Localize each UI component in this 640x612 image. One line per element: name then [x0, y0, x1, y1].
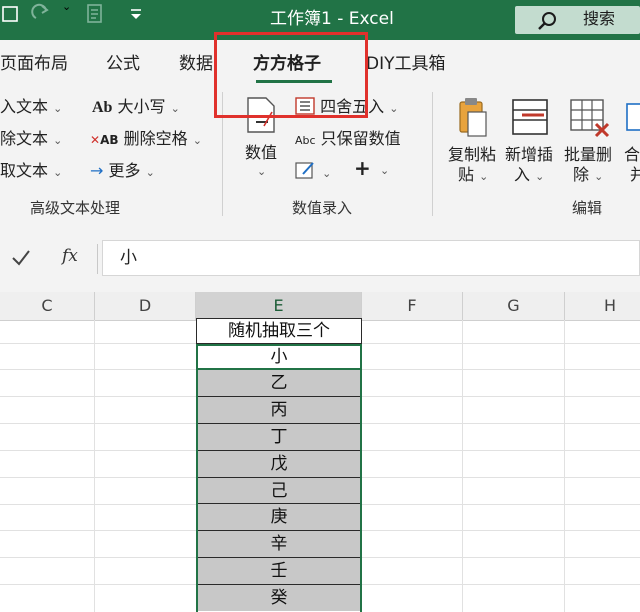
print-preview-icon[interactable]	[84, 0, 108, 32]
insert-icon[interactable]	[510, 96, 550, 144]
cell-e3[interactable]: 乙	[196, 370, 362, 396]
customize-quick-access-icon[interactable]	[128, 0, 144, 32]
column-header-e[interactable]: E	[196, 292, 362, 320]
cell-border	[196, 557, 362, 558]
cell-border	[196, 450, 362, 451]
extract-text-button[interactable]: 取文本 ⌄	[0, 161, 62, 183]
tab-data[interactable]: 数据	[179, 53, 213, 75]
search-label[interactable]: 搜索	[583, 9, 615, 29]
keep-value-button[interactable]: Abc 只保留数值	[295, 129, 401, 151]
insert-function-icon[interactable]: fx	[62, 246, 78, 266]
cell-border	[196, 396, 362, 397]
cell-e2-active[interactable]: 小	[196, 344, 362, 370]
formula-bar-separator	[97, 244, 98, 274]
text-group-label: 高级文本处理	[30, 199, 121, 217]
selection-border-right	[360, 344, 362, 612]
group-separator	[432, 92, 433, 216]
cell-border	[196, 423, 362, 424]
copy-paste-icon[interactable]	[452, 96, 492, 144]
cell-e10[interactable]: 壬	[196, 558, 362, 584]
delete-space-button[interactable]: ✕AB 删除空格 ⌄	[90, 129, 202, 151]
arrow-right-icon: →	[90, 161, 104, 180]
cell-e4[interactable]: 丙	[196, 397, 362, 423]
cell-e6[interactable]: 戊	[196, 451, 362, 477]
enter-check-icon[interactable]	[10, 247, 32, 273]
cell-border	[196, 503, 362, 504]
merge-icon[interactable]	[624, 100, 640, 140]
search-box[interactable]	[515, 6, 640, 34]
value-group-label: 数值录入	[292, 199, 353, 217]
redo-dropdown-icon[interactable]: ⌄	[62, 0, 71, 13]
cell-e1-header[interactable]: 随机抽取三个	[196, 318, 362, 344]
add-icon[interactable]: +	[354, 158, 371, 178]
abc-icon: Abc	[295, 134, 316, 147]
merge-button-line2[interactable]: 并	[630, 165, 640, 185]
insert-button-line2[interactable]: 入 ⌄	[514, 165, 544, 187]
delete-space-icon: ✕AB	[90, 133, 119, 147]
cell-border	[196, 530, 362, 531]
edit-cell-icon	[295, 162, 317, 181]
batch-delete-button[interactable]: 批量删	[564, 145, 612, 165]
search-icon[interactable]	[536, 9, 560, 33]
copy-paste-button[interactable]: 复制粘	[448, 145, 496, 165]
gridline	[94, 320, 95, 612]
save-icon[interactable]	[2, 0, 20, 32]
batch-delete-button-line2[interactable]: 除 ⌄	[573, 165, 603, 187]
column-header-f[interactable]: F	[362, 292, 463, 320]
cell-border	[196, 584, 362, 585]
delete-text-button[interactable]: 除文本 ⌄	[0, 129, 62, 151]
value-button[interactable]: 数值	[245, 143, 277, 163]
edit-group-label: 编辑	[572, 199, 603, 217]
highlight-annotation	[214, 32, 368, 118]
formula-value[interactable]: 小	[120, 247, 137, 269]
column-header-g[interactable]: G	[463, 292, 565, 320]
column-header-h[interactable]: H	[565, 292, 640, 320]
edit-dropdown-button[interactable]: ⌄	[295, 160, 331, 184]
merge-button[interactable]: 合	[624, 145, 640, 165]
more-button[interactable]: → 更多 ⌄	[90, 161, 155, 183]
copy-paste-button-line2[interactable]: 贴 ⌄	[458, 165, 488, 187]
cell-e5[interactable]: 丁	[196, 424, 362, 450]
column-header-d[interactable]: D	[95, 292, 196, 320]
cell-e7[interactable]: 己	[196, 478, 362, 504]
cell-e8[interactable]: 庚	[196, 504, 362, 530]
tab-page-layout[interactable]: 页面布局	[0, 53, 68, 75]
insert-button[interactable]: 新增插	[505, 145, 553, 165]
add-dropdown-icon[interactable]: ⌄	[380, 164, 389, 177]
tab-diy-toolbox[interactable]: DIY工具箱	[366, 53, 446, 75]
cell-border	[196, 477, 362, 478]
formula-input[interactable]	[102, 240, 640, 276]
cell-e9[interactable]: 辛	[196, 531, 362, 557]
redo-icon[interactable]	[28, 0, 56, 32]
case-button[interactable]: Ab 大小写 ⌄	[92, 97, 180, 119]
case-icon: Ab	[92, 99, 113, 116]
window-title: 工作簿1 - Excel	[270, 9, 394, 29]
gridline	[564, 320, 565, 612]
cell-e11[interactable]: 癸	[196, 585, 362, 611]
selection-border-left	[196, 344, 198, 612]
value-dropdown-icon[interactable]: ⌄	[257, 165, 266, 178]
batch-delete-icon[interactable]	[568, 96, 612, 144]
insert-text-button[interactable]: 入文本 ⌄	[0, 97, 62, 119]
tab-formulas[interactable]: 公式	[106, 53, 140, 75]
column-header-c[interactable]: C	[0, 292, 95, 320]
gridline	[462, 320, 463, 612]
